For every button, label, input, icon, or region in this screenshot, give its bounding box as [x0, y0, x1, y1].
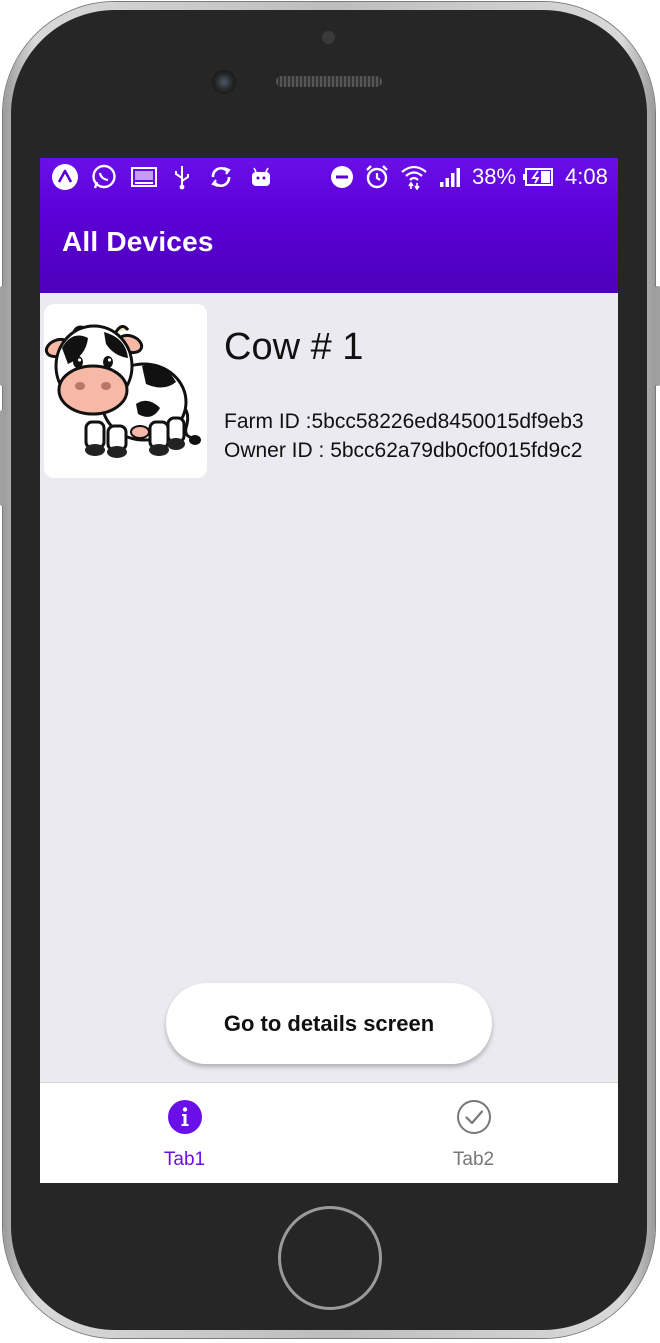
- cow-icon: [44, 324, 201, 458]
- cow-image[interactable]: [44, 304, 207, 478]
- info-icon: [167, 1100, 202, 1134]
- app-header: 38% 4:08 All Devices: [40, 158, 618, 293]
- tab-tab1[interactable]: Tab1: [40, 1083, 329, 1183]
- battery-icon: [521, 164, 555, 190]
- app-screen: 38% 4:08 All Devices Cow # 1 Farm ID:5b…: [40, 158, 618, 1183]
- front-camera: [212, 70, 236, 94]
- wifi-icon: [400, 164, 428, 190]
- bottom-tab-bar: Tab1 Tab2: [40, 1082, 618, 1183]
- tab1-label: Tab1: [163, 1149, 206, 1170]
- usb-icon: [171, 164, 193, 190]
- alarm-icon: [364, 164, 390, 190]
- app-a-icon: [52, 164, 78, 190]
- owner-id: Owner ID : 5bcc62a79db0cf0015fd9c2: [224, 439, 583, 462]
- page-title: All Devices: [62, 226, 214, 257]
- device-name: Cow # 1: [224, 326, 364, 368]
- check-circle-icon: [456, 1100, 491, 1134]
- android-icon: [249, 164, 273, 190]
- signal-icon: [438, 164, 464, 190]
- go-to-details-button[interactable]: Go to details screen: [166, 983, 492, 1064]
- tab2-label: Tab2: [452, 1149, 495, 1170]
- whatsapp-icon: [91, 164, 117, 190]
- tab-tab2[interactable]: Tab2: [329, 1083, 618, 1183]
- farm-id: Farm ID :5bcc58226ed8450015df9eb3: [224, 410, 584, 433]
- speaker-grille: [276, 76, 382, 87]
- side-button: [0, 286, 5, 386]
- sync-icon: [208, 164, 234, 190]
- clock: 4:08: [565, 164, 608, 189]
- home-button[interactable]: [278, 1206, 382, 1310]
- earpiece-sensor: [322, 31, 335, 44]
- gallery-icon: [131, 164, 157, 190]
- side-button: [655, 286, 660, 386]
- dnd-icon: [330, 164, 354, 190]
- side-button: [0, 410, 5, 506]
- battery-percent: 38%: [472, 164, 517, 189]
- status-bar: 38% 4:08: [40, 158, 618, 196]
